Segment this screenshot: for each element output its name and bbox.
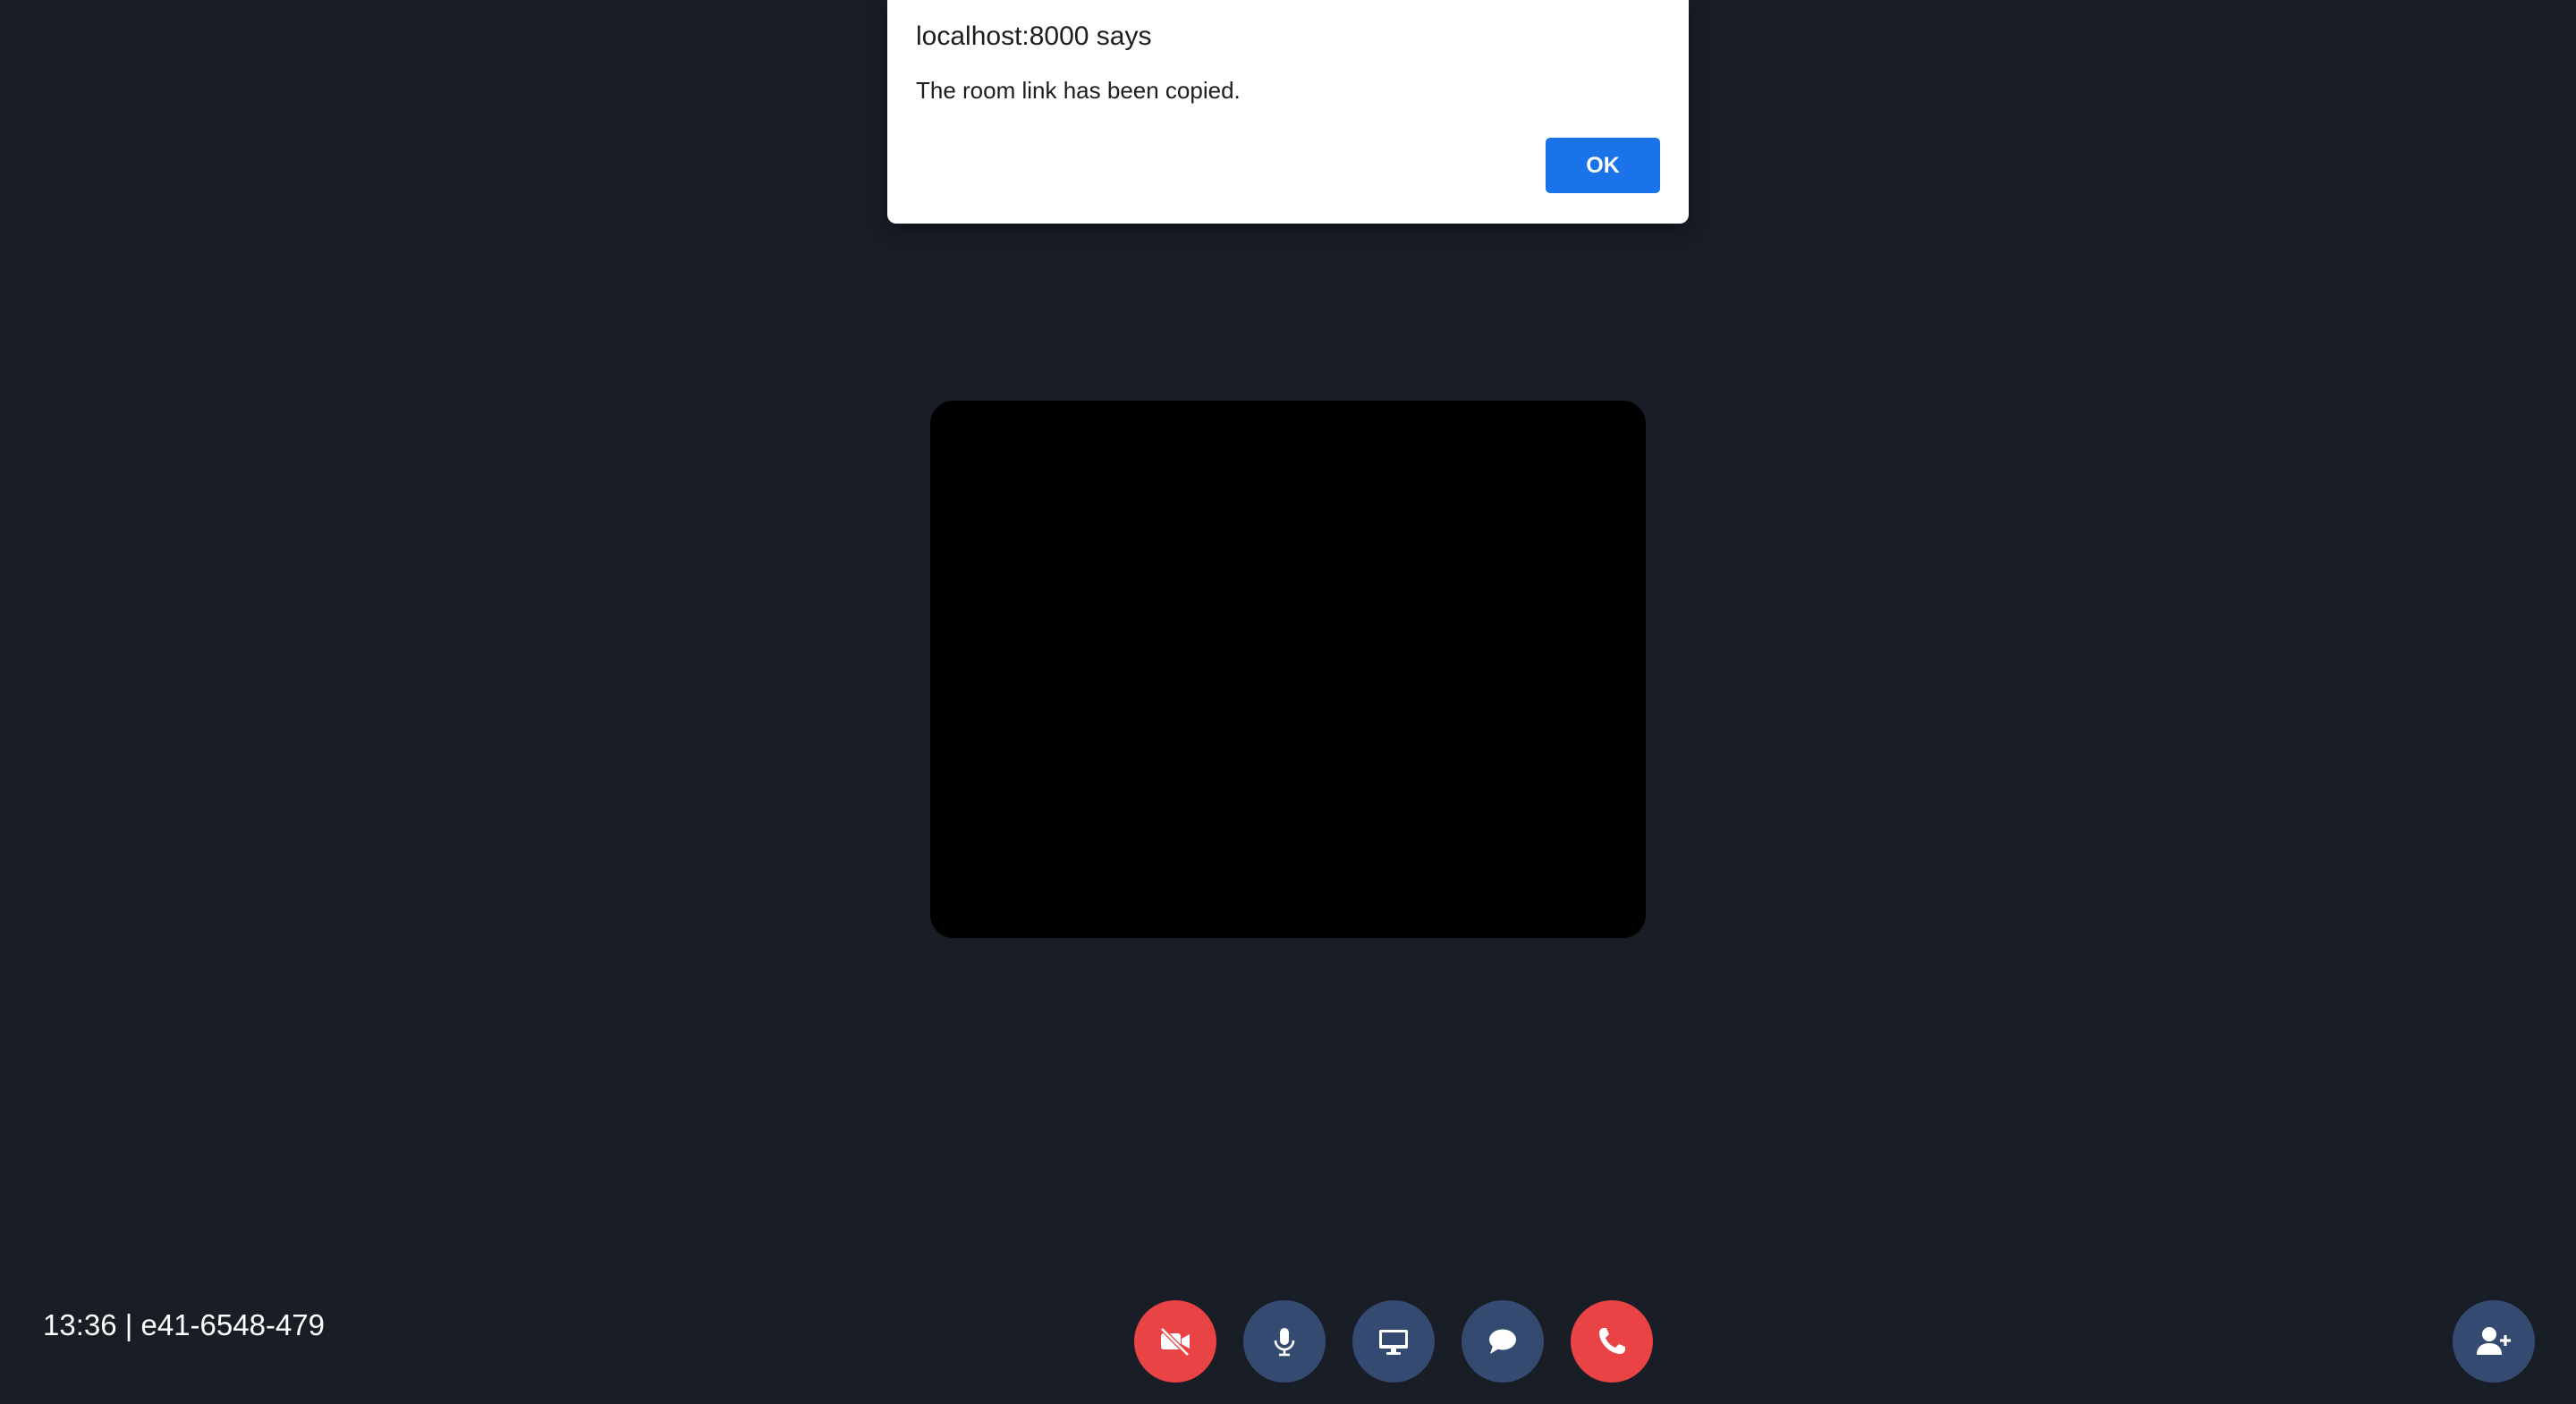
user-plus-icon <box>2477 1327 2511 1355</box>
phone-icon <box>1599 1328 1625 1354</box>
screen-share-button[interactable] <box>1352 1300 1435 1383</box>
chat-button[interactable] <box>1462 1300 1544 1383</box>
meeting-room: localhost:8000 says The room link has be… <box>0 0 2576 1404</box>
video-slash-icon <box>1160 1327 1190 1357</box>
add-participant-button[interactable] <box>2453 1300 2535 1383</box>
chat-bubble-icon <box>1489 1329 1516 1354</box>
camera-off-button[interactable] <box>1134 1300 1216 1383</box>
video-tile <box>930 401 1646 938</box>
alert-title: localhost:8000 says <box>916 21 1152 51</box>
alert-message: The room link has been copied. <box>916 77 1241 104</box>
call-controls <box>0 1300 2576 1383</box>
leave-call-button[interactable] <box>1571 1300 1653 1383</box>
microphone-icon <box>1274 1328 1295 1357</box>
desktop-icon <box>1379 1330 1408 1355</box>
microphone-button[interactable] <box>1243 1300 1326 1383</box>
ok-button[interactable]: OK <box>1546 138 1660 193</box>
alert-dialog: localhost:8000 says The room link has be… <box>887 0 1689 224</box>
